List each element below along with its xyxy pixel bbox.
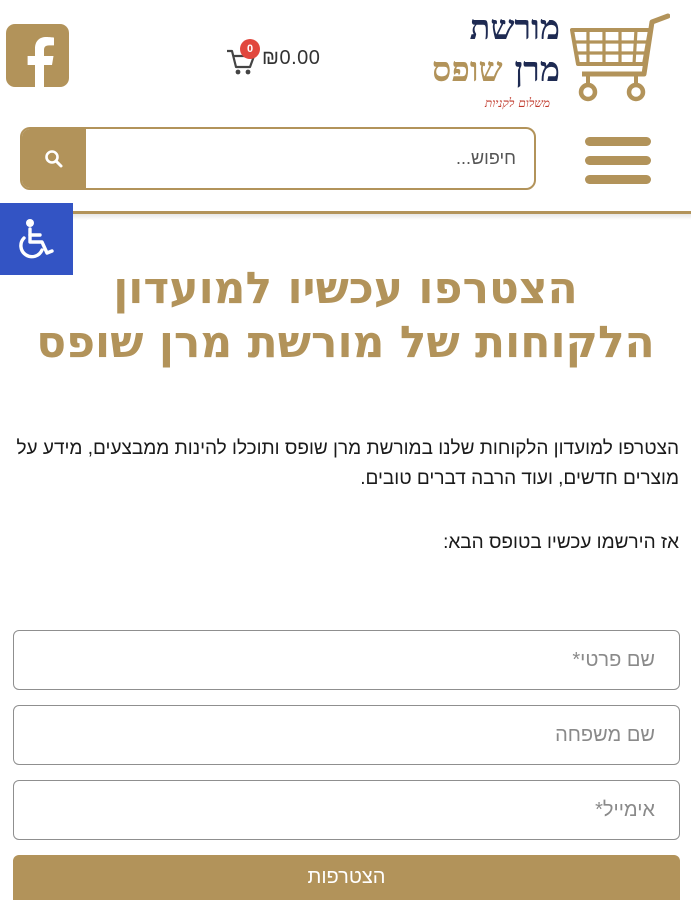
search-button[interactable] [22,129,86,188]
last-name-field[interactable] [13,705,680,765]
menu-button[interactable] [585,136,651,186]
logo-cart-icon [570,13,670,102]
intro-text: הצטרפו למועדון הלקוחות שלנו במורשת מרן ש… [16,438,679,489]
headline-line1: הצטרפו עכשיו למועדון [113,263,578,314]
search-input[interactable] [86,129,534,188]
accessibility-button[interactable] [0,203,73,275]
logo-word-maran: מרן [514,50,560,90]
cart-count-badge: 0 [240,39,260,59]
headline-line2: הלקוחות של מורשת מרן שופס [36,317,655,368]
cart-icon: 0 [226,39,260,75]
site-header: 0 ₪0.00 מורשת מרן שופס משלום לקניות [0,0,691,220]
logo-word-shops: שופס [432,50,503,90]
logo-line2: מרן שופס [432,50,560,90]
facebook-icon [27,37,54,87]
cart-total: ₪0.00 [262,46,321,69]
facebook-button[interactable] [6,24,69,87]
email-field[interactable] [13,780,680,840]
join-button[interactable]: הצטרפות [13,855,680,900]
header-shadow [0,214,691,220]
signup-prompt: אז הירשמו עכשיו בטופס הבא: [443,532,679,553]
search-bar [20,127,536,190]
first-name-field[interactable] [13,630,680,690]
wheelchair-icon [18,219,54,259]
site-logo[interactable]: מורשת מרן שופס משלום לקניות [430,8,670,112]
logo-tagline: משלום לקניות [484,96,550,110]
search-icon [45,149,63,167]
page-headline: הצטרפו עכשיו למועדון הלקוחות של מורשת מר… [0,262,691,370]
hamburger-icon [585,137,651,184]
logo-line1: מורשת [469,8,560,48]
mini-cart[interactable]: 0 ₪0.00 [226,39,321,76]
